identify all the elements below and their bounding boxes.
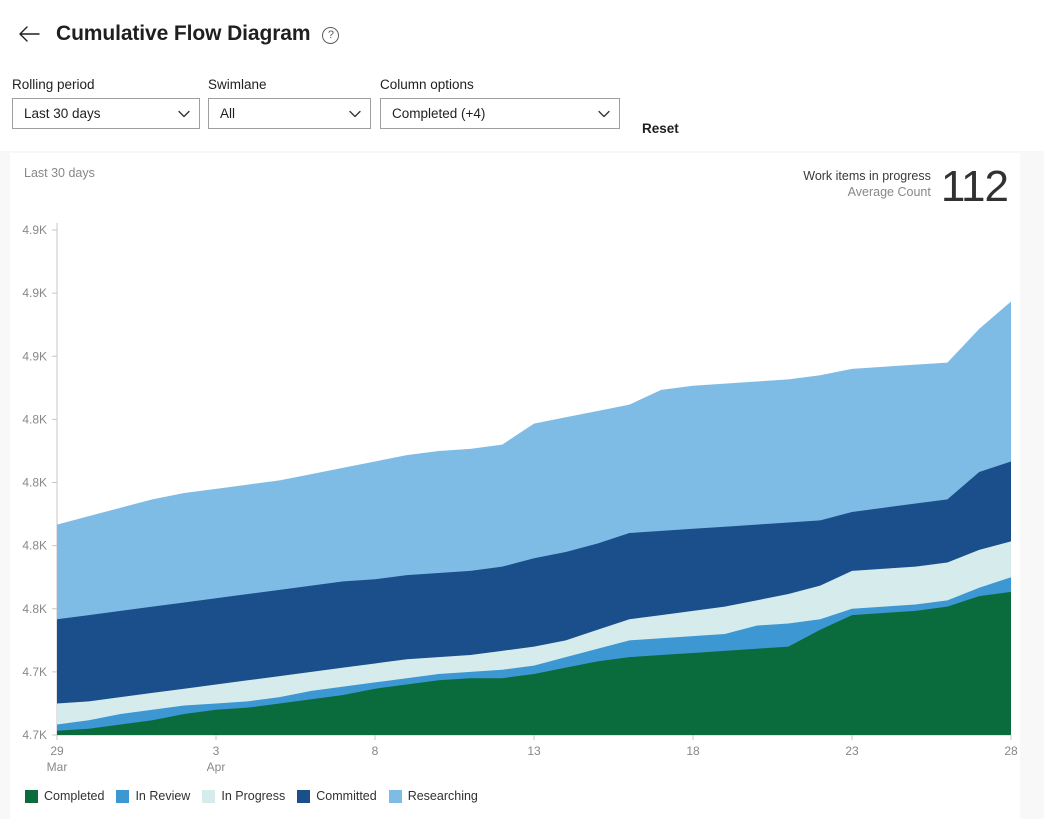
chevron-down-icon <box>598 108 610 120</box>
svg-text:3: 3 <box>213 744 220 758</box>
legend-swatch-icon <box>202 789 216 803</box>
svg-text:28: 28 <box>1004 744 1018 758</box>
legend-item-researching[interactable]: Researching <box>388 789 478 803</box>
filter-rolling-period: Rolling period Last 30 days <box>12 77 200 129</box>
svg-text:4.7K: 4.7K <box>22 728 47 742</box>
svg-text:13: 13 <box>527 744 541 758</box>
svg-text:29: 29 <box>50 744 64 758</box>
svg-text:18: 18 <box>686 744 700 758</box>
filter-label-rolling-period: Rolling period <box>12 77 95 92</box>
legend-label: In Progress <box>221 789 286 803</box>
page-title: Cumulative Flow Diagram <box>56 22 311 45</box>
legend-swatch-icon <box>116 789 130 803</box>
legend-swatch-icon <box>297 789 311 803</box>
filter-label-column-options: Column options <box>380 77 474 92</box>
legend-label: Researching <box>407 789 478 803</box>
reset-button[interactable]: Reset <box>640 117 681 140</box>
chart-card: Last 30 days Work items in progress Aver… <box>10 153 1020 819</box>
svg-text:4.8K: 4.8K <box>22 539 47 553</box>
legend-label: In Review <box>135 789 191 803</box>
chevron-down-icon <box>178 108 190 120</box>
legend-item-committed[interactable]: Committed <box>297 789 377 803</box>
column-options-value: Completed (+4) <box>392 106 486 121</box>
chart-legend: Completed In Review In Progress Committed Re… <box>25 789 490 803</box>
svg-text:4.7K: 4.7K <box>22 665 47 679</box>
legend-label: Completed <box>44 789 105 803</box>
filter-label-swimlane: Swimlane <box>208 77 267 92</box>
back-arrow-icon[interactable] <box>14 19 44 49</box>
svg-text:8: 8 <box>372 744 379 758</box>
legend-label: Committed <box>316 789 377 803</box>
legend-item-in-review[interactable]: In Review <box>116 789 190 803</box>
svg-text:4.9K: 4.9K <box>22 349 47 363</box>
cumulative-flow-plot[interactable]: 4.9K 4.9K 4.9K 4.8K 4.8K 4.8K 4.8K 4.7K 4.7K 29 Ma… <box>10 153 1020 819</box>
column-options-dropdown[interactable]: Completed (+4) <box>380 98 620 129</box>
svg-text:23: 23 <box>845 744 859 758</box>
svg-text:4.8K: 4.8K <box>22 476 47 490</box>
svg-text:Mar: Mar <box>47 760 68 774</box>
filter-swimlane: Swimlane All <box>208 77 371 129</box>
svg-text:4.9K: 4.9K <box>22 223 47 237</box>
cfd-area-chart[interactable]: 4.9K4.9K4.9K4.8K4.8K4.8K4.8K4.7K4.7K29Ma… <box>10 153 1020 819</box>
filter-bar: Rolling period Last 30 days Swimlane All… <box>0 68 1044 151</box>
swimlane-dropdown[interactable]: All <box>208 98 371 129</box>
swimlane-value: All <box>220 106 236 121</box>
filter-column-options: Column options Completed (+4) <box>380 77 620 129</box>
svg-text:4.8K: 4.8K <box>22 602 47 616</box>
svg-text:4.9K: 4.9K <box>22 286 47 300</box>
legend-swatch-icon <box>388 789 402 803</box>
chevron-down-icon <box>349 108 361 120</box>
svg-text:4.8K: 4.8K <box>22 412 47 426</box>
legend-item-completed[interactable]: Completed <box>25 789 104 803</box>
help-circle-icon[interactable]: ? <box>322 26 340 44</box>
rolling-period-value: Last 30 days <box>24 106 101 121</box>
page-header: Cumulative Flow Diagram ? <box>0 0 1044 68</box>
legend-item-in-progress[interactable]: In Progress <box>202 789 285 803</box>
legend-swatch-icon <box>25 789 38 803</box>
svg-text:Apr: Apr <box>207 760 226 774</box>
rolling-period-dropdown[interactable]: Last 30 days <box>12 98 200 129</box>
